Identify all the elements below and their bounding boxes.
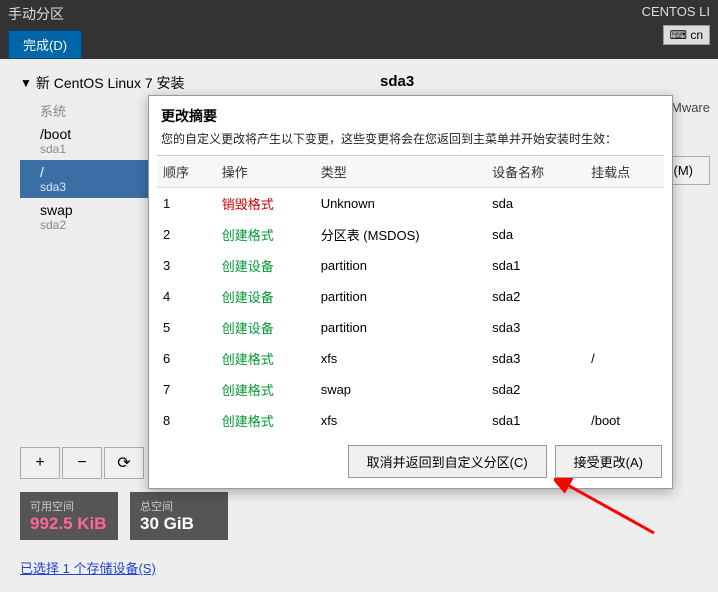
cell-order: 3 bbox=[157, 250, 216, 281]
page-title: 手动分区 bbox=[8, 4, 82, 24]
cell-mount: /boot bbox=[585, 405, 664, 436]
cell-op: 创建格式 bbox=[216, 374, 315, 405]
cell-dev: sda bbox=[486, 188, 585, 220]
available-space-box: 可用空间 992.5 KiB bbox=[20, 492, 118, 540]
cell-dev: sda1 bbox=[486, 250, 585, 281]
remove-partition-button[interactable]: − bbox=[62, 447, 102, 479]
cell-op: 创建设备 bbox=[216, 312, 315, 343]
cancel-button[interactable]: 取消并返回到自定义分区(C) bbox=[348, 445, 547, 478]
table-row[interactable]: 3创建设备partitionsda1 bbox=[157, 250, 664, 281]
cell-order: 4 bbox=[157, 281, 216, 312]
cell-op: 创建格式 bbox=[216, 219, 315, 250]
cell-mount bbox=[585, 219, 664, 250]
install-title: 新 CentOS Linux 7 安装 bbox=[36, 73, 185, 93]
cell-mount bbox=[585, 374, 664, 405]
keyboard-icon: ⌨ bbox=[670, 28, 687, 42]
col-operation[interactable]: 操作 bbox=[216, 156, 315, 188]
cell-op: 创建格式 bbox=[216, 343, 315, 374]
storage-devices-link[interactable]: 已选择 1 个存储设备(S) bbox=[20, 558, 156, 577]
cell-order: 5 bbox=[157, 312, 216, 343]
available-space-label: 可用空间 bbox=[30, 498, 108, 514]
changes-table: 顺序 操作 类型 设备名称 挂载点 1销毁格式Unknownsda2创建格式分区… bbox=[157, 155, 664, 436]
cell-mount bbox=[585, 250, 664, 281]
table-row[interactable]: 4创建设备partitionsda2 bbox=[157, 281, 664, 312]
cell-dev: sda3 bbox=[486, 312, 585, 343]
table-row[interactable]: 7创建格式swapsda2 bbox=[157, 374, 664, 405]
cell-dev: sda2 bbox=[486, 281, 585, 312]
col-mount[interactable]: 挂载点 bbox=[585, 156, 664, 188]
table-row[interactable]: 1销毁格式Unknownsda bbox=[157, 188, 664, 220]
topbar: 手动分区 完成(D) CENTOS LI ⌨ cn bbox=[0, 0, 718, 59]
cell-op: 创建设备 bbox=[216, 250, 315, 281]
table-row[interactable]: 8创建格式xfssda1/boot bbox=[157, 405, 664, 436]
space-footer: 可用空间 992.5 KiB 总空间 30 GiB bbox=[20, 492, 228, 540]
dialog-subtitle: 您的自定义更改将产生以下变更，这些变更将会在您返回到主菜单并开始安装时生效： bbox=[149, 130, 672, 155]
cell-op: 创建设备 bbox=[216, 281, 315, 312]
cell-op: 创建格式 bbox=[216, 405, 315, 436]
cell-order: 1 bbox=[157, 188, 216, 220]
accept-button[interactable]: 接受更改(A) bbox=[555, 445, 662, 478]
cell-type: swap bbox=[315, 374, 486, 405]
table-row[interactable]: 2创建格式分区表 (MSDOS)sda bbox=[157, 219, 664, 250]
cell-mount bbox=[585, 281, 664, 312]
cell-mount bbox=[585, 188, 664, 220]
cell-type: partition bbox=[315, 312, 486, 343]
cell-op: 销毁格式 bbox=[216, 188, 315, 220]
cell-order: 7 bbox=[157, 374, 216, 405]
cell-order: 6 bbox=[157, 343, 216, 374]
col-device[interactable]: 设备名称 bbox=[486, 156, 585, 188]
chevron-down-icon: ▼ bbox=[20, 76, 32, 90]
cell-mount: / bbox=[585, 343, 664, 374]
cell-dev: sda1 bbox=[486, 405, 585, 436]
col-order[interactable]: 顺序 bbox=[157, 156, 216, 188]
cell-mount bbox=[585, 312, 664, 343]
dialog-title: 更改摘要 bbox=[149, 96, 672, 130]
cell-type: 分区表 (MSDOS) bbox=[315, 219, 486, 250]
total-space-value: 30 GiB bbox=[140, 514, 218, 534]
cell-type: xfs bbox=[315, 343, 486, 374]
detail-device-heading: sda3 bbox=[360, 67, 414, 90]
cell-type: partition bbox=[315, 250, 486, 281]
total-space-label: 总空间 bbox=[140, 498, 218, 514]
os-label: CENTOS LI bbox=[642, 4, 710, 19]
summary-dialog: 更改摘要 您的自定义更改将产生以下变更，这些变更将会在您返回到主菜单并开始安装时… bbox=[148, 95, 673, 489]
done-button[interactable]: 完成(D) bbox=[8, 30, 82, 59]
keyboard-layout-indicator[interactable]: ⌨ cn bbox=[663, 25, 710, 45]
available-space-value: 992.5 KiB bbox=[30, 514, 108, 534]
total-space-box: 总空间 30 GiB bbox=[130, 492, 228, 540]
cell-dev: sda bbox=[486, 219, 585, 250]
cell-dev: sda3 bbox=[486, 343, 585, 374]
cell-dev: sda2 bbox=[486, 374, 585, 405]
add-partition-button[interactable]: + bbox=[20, 447, 60, 479]
cell-type: Unknown bbox=[315, 188, 486, 220]
table-row[interactable]: 5创建设备partitionsda3 bbox=[157, 312, 664, 343]
col-type[interactable]: 类型 bbox=[315, 156, 486, 188]
cell-order: 2 bbox=[157, 219, 216, 250]
cell-type: xfs bbox=[315, 405, 486, 436]
reload-button[interactable]: ⟳ bbox=[104, 447, 144, 479]
keyboard-layout-label: cn bbox=[690, 28, 703, 42]
cell-type: partition bbox=[315, 281, 486, 312]
partition-toolbar: + − ⟳ bbox=[20, 447, 144, 479]
table-row[interactable]: 6创建格式xfssda3/ bbox=[157, 343, 664, 374]
cell-order: 8 bbox=[157, 405, 216, 436]
